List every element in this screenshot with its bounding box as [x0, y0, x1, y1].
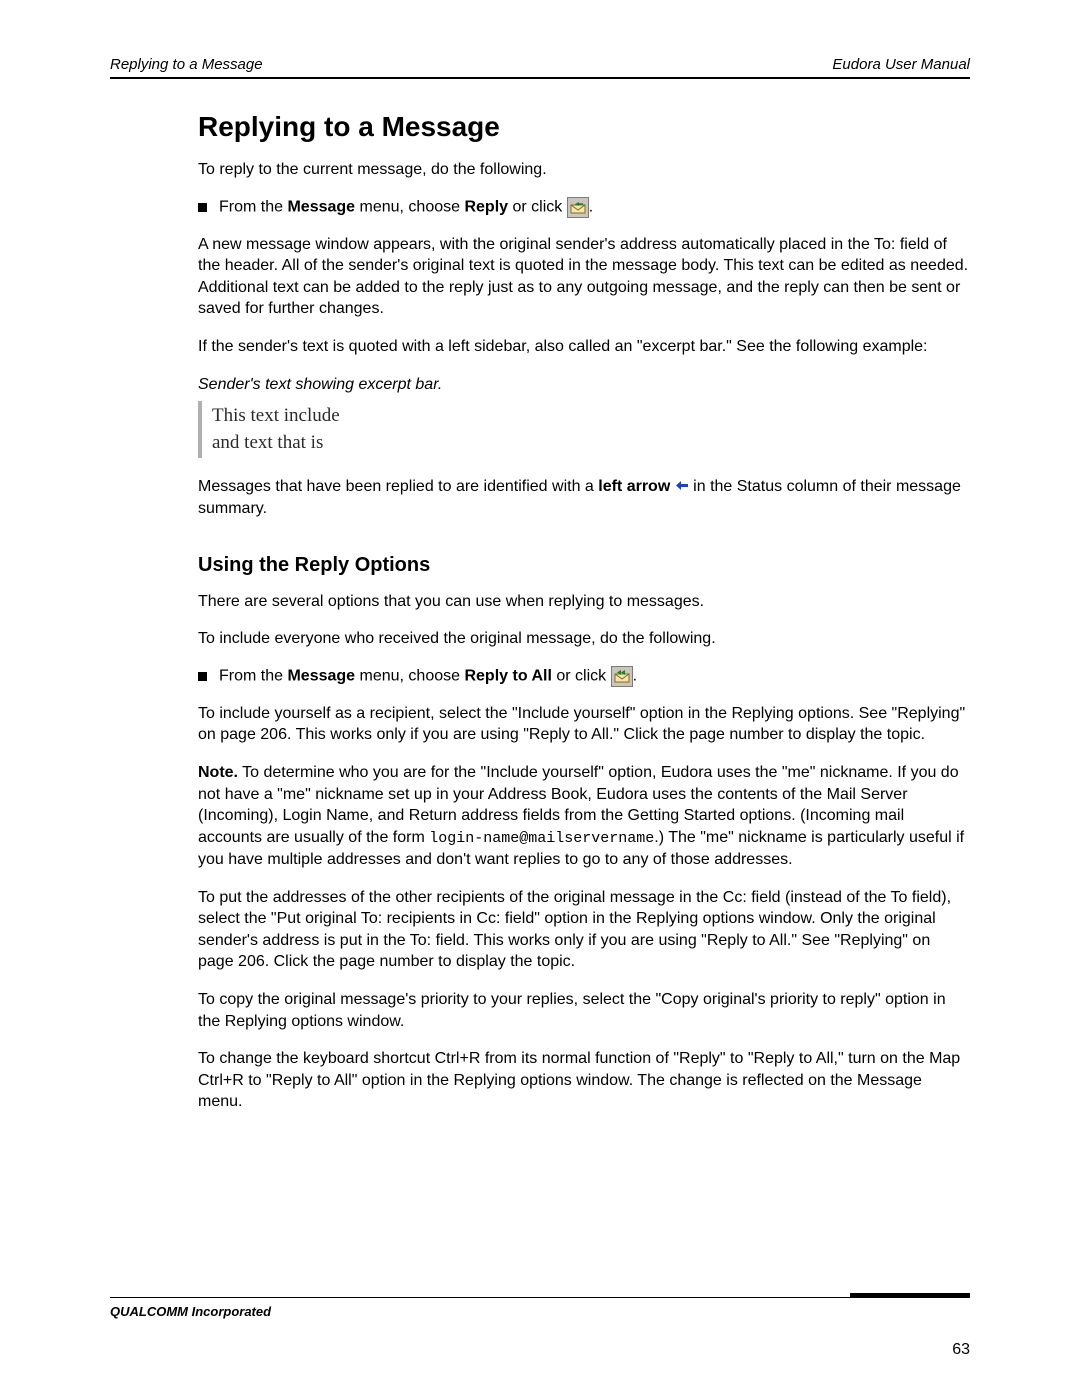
- bullet-text: From the Message menu, choose Reply to A…: [219, 666, 637, 687]
- bullet-item: From the Message menu, choose Reply to A…: [198, 666, 970, 687]
- body-paragraph: To copy the original message's priority …: [198, 989, 970, 1032]
- body-paragraph: If the sender's text is quoted with a le…: [198, 336, 970, 358]
- content-area: Replying to a Message To reply to the cu…: [198, 111, 970, 1113]
- section-heading: Using the Reply Options: [198, 554, 970, 577]
- bullet-icon: [198, 672, 207, 681]
- reply-icon: [567, 197, 589, 218]
- bullet-item: From the Message menu, choose Reply or c…: [198, 197, 970, 218]
- body-paragraph: To change the keyboard shortcut Ctrl+R f…: [198, 1048, 970, 1113]
- page-title: Replying to a Message: [198, 111, 970, 143]
- page-number: 63: [952, 1341, 970, 1359]
- excerpt-bar-example: This text include and text that is: [198, 401, 970, 458]
- excerpt-line: and text that is: [212, 430, 970, 457]
- header-right: Eudora User Manual: [832, 56, 970, 73]
- footer-text: QUALCOMM Incorporated: [110, 1304, 970, 1319]
- excerpt-line: This text include: [212, 403, 970, 430]
- page: Replying to a Message Eudora User Manual…: [0, 0, 1080, 1397]
- body-paragraph: To include yourself as a recipient, sele…: [198, 703, 970, 746]
- body-paragraph: A new message window appears, with the o…: [198, 234, 970, 320]
- left-arrow-icon: [675, 476, 689, 498]
- header-left: Replying to a Message: [110, 56, 263, 73]
- figure-caption: Sender's text showing excerpt bar.: [198, 374, 970, 396]
- note-paragraph: Note. To determine who you are for the "…: [198, 762, 970, 871]
- header-rule: [110, 77, 970, 79]
- body-paragraph: To put the addresses of the other recipi…: [198, 887, 970, 973]
- reply-all-icon: [611, 666, 633, 687]
- bullet-text: From the Message menu, choose Reply or c…: [219, 197, 593, 218]
- body-paragraph: Messages that have been replied to are i…: [198, 476, 970, 519]
- intro-paragraph: To reply to the current message, do the …: [198, 159, 970, 181]
- footer-rule: [110, 1292, 970, 1298]
- body-paragraph: To include everyone who received the ori…: [198, 628, 970, 650]
- footer: QUALCOMM Incorporated: [110, 1292, 970, 1319]
- body-paragraph: There are several options that you can u…: [198, 591, 970, 613]
- bullet-icon: [198, 203, 207, 212]
- running-header: Replying to a Message Eudora User Manual: [110, 56, 970, 77]
